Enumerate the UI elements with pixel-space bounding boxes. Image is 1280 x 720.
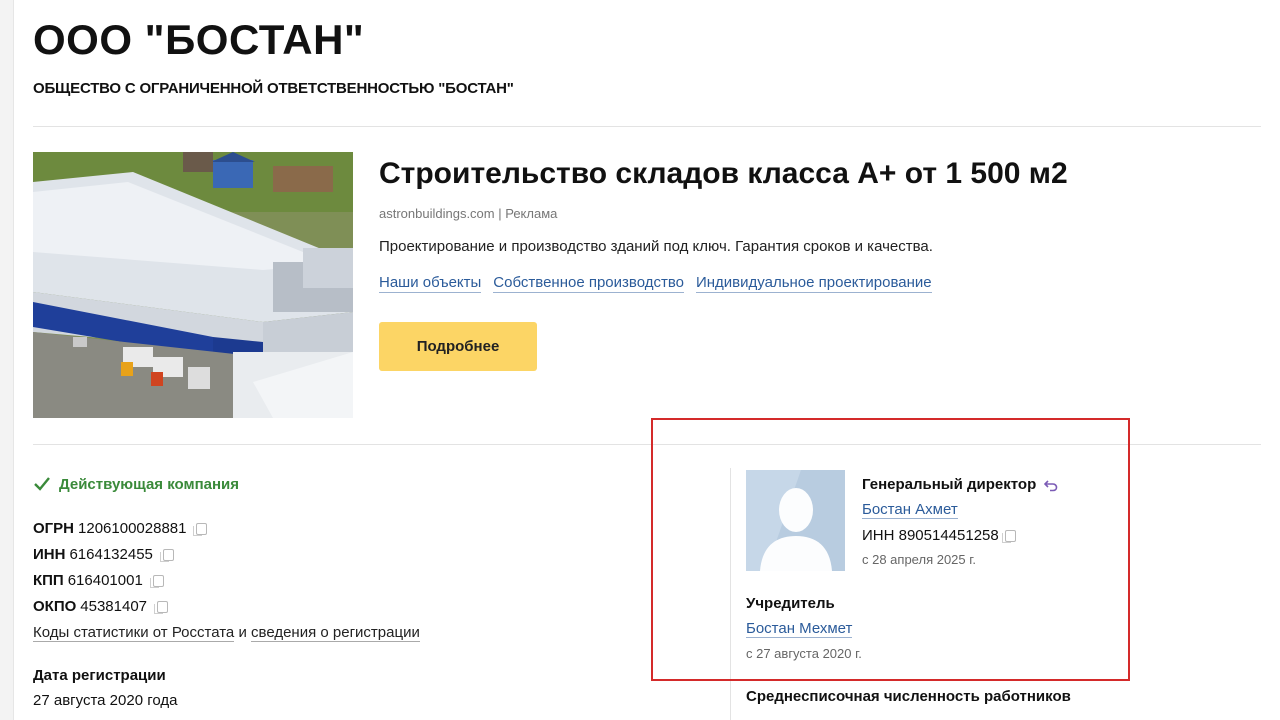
requisite-label: ОГРН	[33, 520, 75, 537]
requisite-value: 1206100028881	[78, 520, 187, 537]
highlight-box	[651, 418, 1130, 681]
requisite-value: 45381407	[80, 598, 148, 615]
ad-image[interactable]	[33, 152, 353, 418]
registration-value: 27 августа 2020 года	[33, 692, 178, 709]
copy-icon[interactable]	[193, 523, 208, 536]
copy-icon[interactable]	[1001, 529, 1016, 543]
director-inn: ИНН 890514451258	[862, 527, 1016, 544]
director-name-link[interactable]: Бостан Ахмет	[862, 501, 958, 519]
rosstat-codes-link[interactable]: Коды статистики от Росстата	[33, 624, 235, 642]
ad-link-objects[interactable]: Наши объекты	[379, 274, 482, 293]
director-inn-value: ИНН 890514451258	[862, 527, 999, 544]
ad-links: Наши объекты Собственное производство Ин…	[379, 274, 932, 293]
history-icon[interactable]	[1044, 478, 1058, 492]
check-icon	[34, 477, 50, 491]
ad-title[interactable]: Строительство складов класса А+ от 1 500…	[379, 157, 1068, 191]
page-title: ООО "БОСТАН"	[33, 16, 365, 63]
registration-info-link[interactable]: сведения о регистрации	[251, 624, 420, 642]
ad-link-production[interactable]: Собственное производство	[493, 274, 684, 293]
copy-icon[interactable]	[149, 575, 164, 588]
copy-icon[interactable]	[159, 549, 174, 562]
stats-line: Коды статистики от Росстата и сведения о…	[33, 624, 420, 642]
divider	[33, 444, 1261, 445]
requisite-ogrn: ОГРН 1206100028881	[33, 516, 208, 542]
founder-since: с 27 августа 2020 г.	[746, 646, 862, 661]
ad-more-button[interactable]: Подробнее	[379, 322, 537, 371]
warehouse-photo	[33, 152, 353, 418]
requisite-value: 616401001	[67, 572, 143, 589]
requisite-inn: ИНН 6164132455	[33, 542, 207, 568]
founder-name-link[interactable]: Бостан Мехмет	[746, 620, 853, 638]
page-subtitle: ОБЩЕСТВО С ОГРАНИЧЕННОЙ ОТВЕТСТВЕННОСТЬЮ…	[33, 80, 514, 97]
director-role-label: Генеральный директор	[862, 476, 1037, 493]
director-role: Генеральный директор	[862, 476, 1058, 493]
requisite-okpo: ОКПО 45381407	[33, 594, 207, 620]
status-label: Действующая компания	[59, 475, 240, 493]
registration-label: Дата регистрации	[33, 667, 166, 684]
divider	[33, 126, 1261, 127]
requisite-value: 6164132455	[69, 546, 153, 563]
employees-label: Среднесписочная численность работников	[746, 688, 1071, 705]
requisite-label: ИНН	[33, 546, 66, 563]
ad-source: astronbuildings.com | Реклама	[379, 206, 558, 221]
requisite-label: КПП	[33, 572, 64, 589]
company-status: Действующая компания	[33, 475, 239, 493]
director-since: с 28 апреля 2025 г.	[862, 552, 977, 567]
stats-conj: и	[238, 624, 247, 641]
requisite-label: ОКПО	[33, 598, 77, 615]
requisites-list: ОГРН 1206100028881 ИНН 6164132455 КПП 61…	[33, 516, 208, 620]
founder-label: Учредитель	[746, 595, 835, 612]
column-divider	[730, 468, 731, 720]
ad-description: Проектирование и производство зданий под…	[379, 238, 933, 255]
requisite-kpp: КПП 616401001	[33, 568, 207, 594]
ad-link-design[interactable]: Индивидуальное проектирование	[695, 274, 932, 293]
person-silhouette-icon	[746, 470, 845, 571]
copy-icon[interactable]	[154, 601, 169, 614]
left-edge-rule	[0, 0, 14, 720]
avatar	[746, 470, 845, 571]
